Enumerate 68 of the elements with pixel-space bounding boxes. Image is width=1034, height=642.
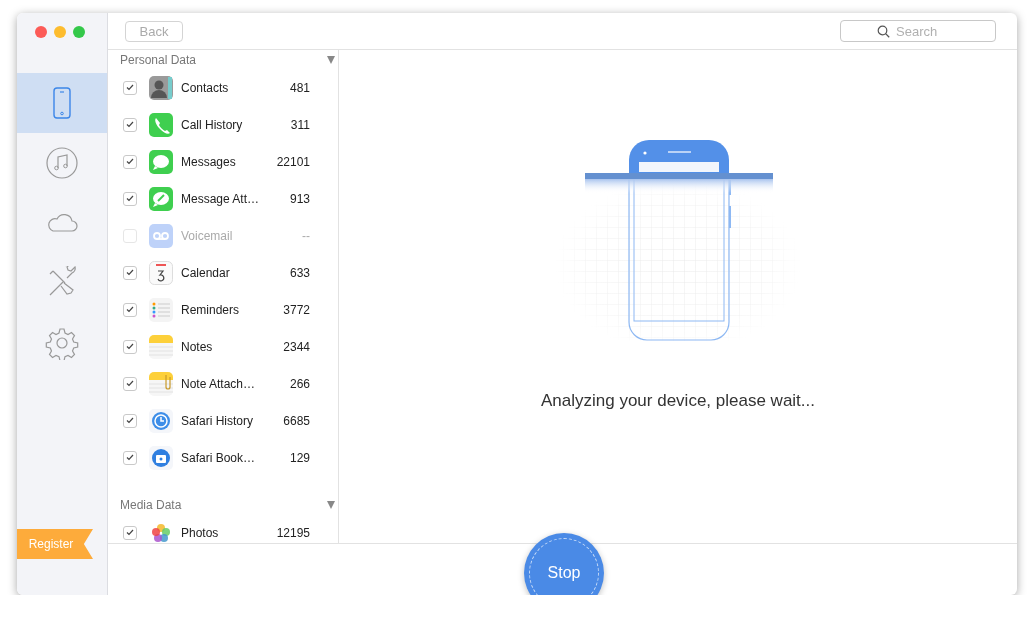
item-count: 633 [289,265,310,280]
checkmark-icon [126,121,134,128]
clock-icon [149,408,173,433]
speech-bubble-icon [149,149,173,174]
item-label: Note Attach… [181,376,257,391]
checkbox[interactable] [123,339,137,354]
close-button[interactable] [35,26,47,38]
item-count: 12195 [276,525,310,540]
item-label: Safari History [181,413,255,428]
checkbox[interactable] [123,413,137,428]
item-label: Reminders [181,302,241,317]
item-label: Safari Book… [181,450,257,465]
contact-icon [149,75,173,100]
item-count: 2344 [283,339,310,354]
list-icon [149,297,173,322]
status-text: Analyzing your device, please wait... [540,391,815,411]
item-count: 913 [289,191,310,206]
item-label: Call History [181,117,244,132]
voicemail-icon [149,223,173,248]
item-count: 22101 [276,154,310,169]
checkmark-icon [126,529,134,536]
search-field[interactable]: Search [840,20,996,42]
item-count: 481 [289,80,310,95]
checkmark-icon [126,306,134,313]
checkbox[interactable] [123,265,137,280]
disclosure-triangle-icon[interactable] [327,56,335,64]
checkbox[interactable] [123,525,137,540]
item-label: Voicemail [181,228,234,243]
item-label: Photos [181,525,220,540]
item-count: 311 [290,117,310,132]
checkmark-icon [126,343,134,350]
item-count: 129 [289,450,310,465]
checkbox[interactable] [123,154,137,169]
notepad-clip-icon [149,371,173,396]
phone-icon [149,112,173,137]
checkmark-icon [126,84,134,91]
section-title: Personal Data [120,53,197,67]
checkmark-icon [126,380,134,387]
checkbox[interactable] [123,117,137,132]
checkbox[interactable] [123,376,137,391]
paperclip-bubble-icon [149,186,173,211]
item-label: Messages [181,154,237,169]
back-button[interactable]: Back [125,20,183,42]
item-count: 3772 [283,302,310,317]
music-note-icon [45,146,79,180]
checkbox[interactable] [123,80,137,95]
section-title: Media Data [120,498,182,512]
calendar-icon [149,260,173,285]
item-label: Calendar [181,265,231,280]
item-label: Message Att… [181,191,261,206]
item-count: -- [302,228,310,243]
stop-button[interactable]: Stop [524,533,604,595]
item-label: Contacts [181,80,230,95]
checkmark-icon [126,417,134,424]
item-label: Notes [181,339,214,354]
item-count: 266 [289,376,310,391]
checkbox[interactable] [123,450,137,465]
checkmark-icon [126,195,134,202]
gear-icon [45,326,79,360]
register-button[interactable]: Register [17,529,93,559]
notepad-icon [149,334,173,359]
checkmark-icon [126,269,134,276]
checkbox[interactable] [123,302,137,317]
checkmark-icon [126,454,134,461]
item-count: 6685 [283,413,310,428]
checkmark-icon [126,158,134,165]
checkbox[interactable] [123,191,137,206]
disclosure-triangle-icon[interactable] [327,501,335,509]
